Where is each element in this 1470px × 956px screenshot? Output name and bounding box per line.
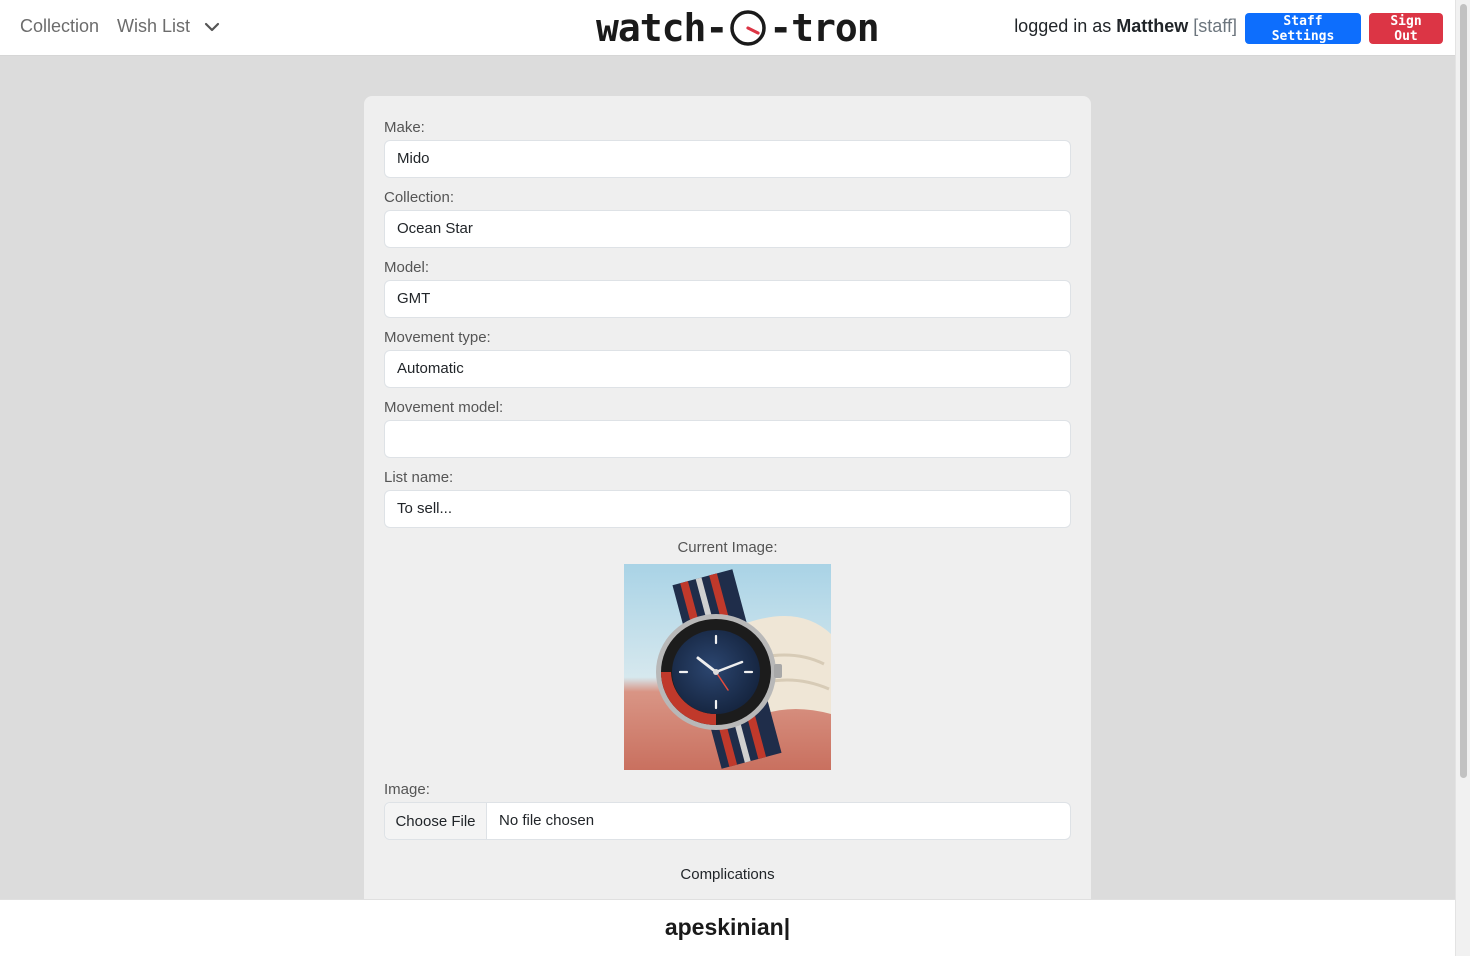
user-status: logged in as Matthew [staff] xyxy=(1014,16,1237,37)
current-image-label: Current Image: xyxy=(677,539,778,556)
logo-text-right: -tron xyxy=(769,6,879,50)
top-navbar: Collection Wish List watch- -tron logged… xyxy=(0,0,1455,56)
chevron-down-icon[interactable] xyxy=(203,18,221,36)
movement-type-label: Movement type: xyxy=(384,329,491,346)
logged-in-prefix: logged in as xyxy=(1014,16,1112,36)
collection-label: Collection: xyxy=(384,189,455,206)
model-label: Model: xyxy=(384,259,430,276)
movement-type-input[interactable]: Automatic xyxy=(384,350,1071,388)
scrollbar-thumb[interactable] xyxy=(1460,4,1467,778)
footer-signature[interactable]: apeskinian| xyxy=(0,914,1455,941)
movement-model-input[interactable] xyxy=(384,420,1071,458)
movement-model-label: Movement model: xyxy=(384,399,504,416)
watch-edit-form: Make: Mido Collection: Ocean Star Model:… xyxy=(364,96,1091,916)
complications-heading: Complications xyxy=(680,866,775,883)
current-watch-image xyxy=(624,564,831,770)
staff-settings-button[interactable]: Staff Settings xyxy=(1245,13,1361,44)
site-logo[interactable]: watch- -tron xyxy=(596,6,880,50)
make-input[interactable]: Mido xyxy=(384,140,1071,178)
collection-input[interactable]: Ocean Star xyxy=(384,210,1071,248)
user-name: Matthew xyxy=(1116,16,1189,36)
logo-text-left: watch- xyxy=(596,6,728,50)
list-name-label: List name: xyxy=(384,469,454,486)
clock-dial-icon xyxy=(730,10,767,46)
model-input[interactable]: GMT xyxy=(384,280,1071,318)
image-label: Image: xyxy=(384,781,430,798)
nav-link-collection[interactable]: Collection xyxy=(20,16,99,37)
page-scrollbar[interactable] xyxy=(1455,0,1470,956)
make-label: Make: xyxy=(384,119,425,136)
file-status-text: No file chosen xyxy=(499,812,595,829)
user-role-badge: [staff] xyxy=(1193,16,1237,36)
list-name-input[interactable]: To sell... xyxy=(384,490,1071,528)
sign-out-button[interactable]: Sign Out xyxy=(1369,13,1443,44)
image-file-input[interactable]: Choose File No file chosen xyxy=(384,802,1071,840)
choose-file-button[interactable]: Choose File xyxy=(385,803,487,839)
footer-bar: apeskinian| xyxy=(0,899,1455,956)
nav-link-wish-list[interactable]: Wish List xyxy=(117,16,190,37)
